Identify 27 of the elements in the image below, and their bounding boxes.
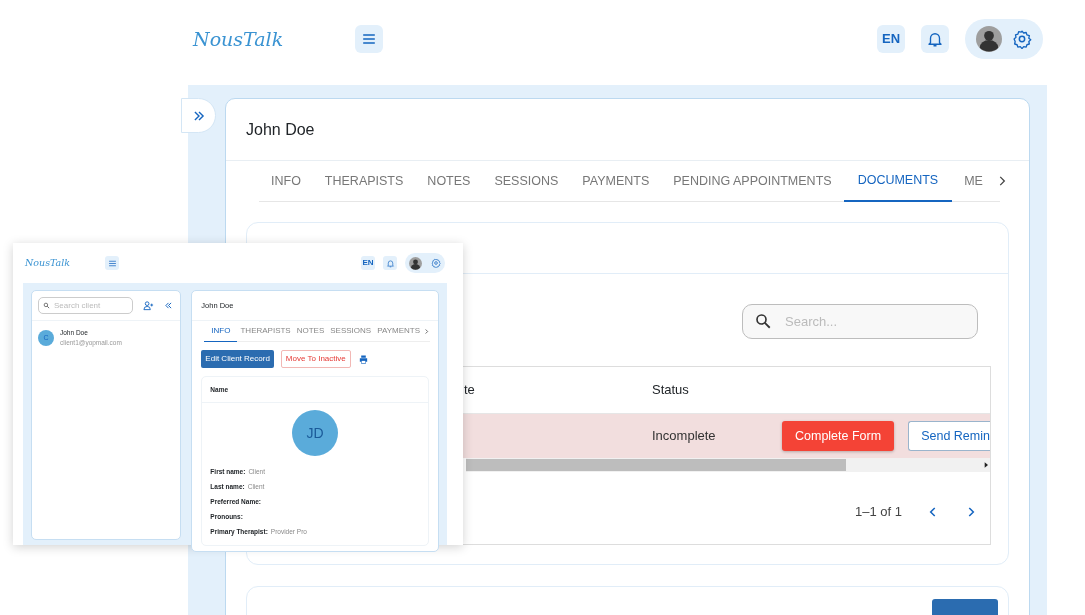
app-logo: NousTalk bbox=[25, 255, 72, 270]
edit-record-button[interactable]: Edit Client Record bbox=[201, 350, 274, 368]
app-logo: NousTalk bbox=[193, 26, 285, 52]
tab[interactable]: NOTES bbox=[293, 320, 328, 342]
tab[interactable]: INFO bbox=[204, 320, 238, 342]
tab[interactable]: THERAPISTS bbox=[312, 160, 416, 202]
tab[interactable]: PENDING APPOINTMENTS bbox=[661, 160, 844, 202]
status-text: Incomplete bbox=[652, 428, 716, 444]
tab[interactable]: INFO bbox=[259, 160, 313, 202]
profile-avatar: JD bbox=[292, 410, 339, 456]
tab[interactable]: DOCUMENTS bbox=[843, 160, 953, 202]
complete-form-button[interactable]: Complete Form bbox=[782, 421, 895, 451]
tab[interactable]: THERAPISTS bbox=[237, 320, 294, 342]
tab[interactable]: PAYMENTS bbox=[570, 160, 662, 202]
column-header: te bbox=[464, 382, 475, 398]
search-field[interactable]: Search... bbox=[742, 304, 978, 339]
tab[interactable]: ME bbox=[952, 160, 995, 202]
tab[interactable]: PAYMENTS bbox=[374, 320, 423, 342]
tab[interactable]: SESSIONS bbox=[482, 160, 571, 202]
pagination-text: 1–1 of 1 bbox=[855, 503, 902, 521]
send-reminder-button[interactable]: Send Remin bbox=[908, 421, 990, 451]
language-button[interactable]: EN bbox=[361, 256, 375, 270]
tab[interactable]: NOTES bbox=[415, 160, 483, 202]
column-header: Status bbox=[652, 382, 689, 398]
tab[interactable]: SESSIONS bbox=[327, 320, 375, 342]
language-button[interactable]: EN bbox=[877, 25, 905, 53]
client-name: John Doe bbox=[246, 119, 315, 140]
